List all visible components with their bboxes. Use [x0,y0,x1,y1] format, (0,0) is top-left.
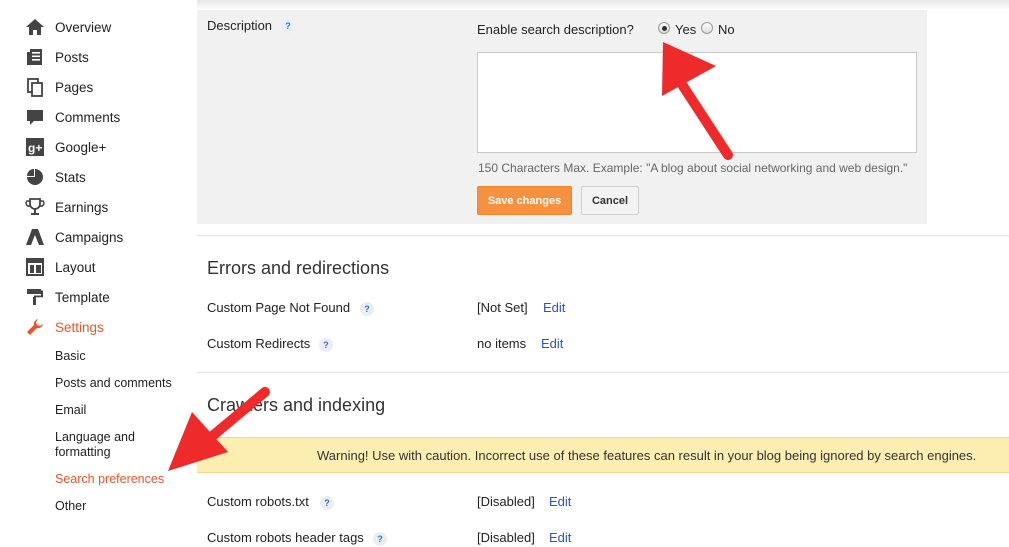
custom-page-not-found-value: [Not Set] [477,300,528,315]
sidebar-subitem-email[interactable]: Email [55,403,86,418]
sidebar-item-label: Campaigns [55,229,124,245]
sidebar-item-label: Stats [55,169,86,185]
help-icon[interactable]: ? [360,302,374,316]
crawlers-section-title: Crawlers and indexing [207,395,386,415]
sidebar-subitem-other[interactable]: Other [55,499,86,514]
sidebar-subitem-posts-and-comments[interactable]: Posts and comments [55,376,172,391]
no-radio[interactable] [701,22,713,34]
custom-robots-header-tags-label: Custom robots header tags [207,530,364,545]
sidebar-subitem-search-preferences[interactable]: Search preferences [55,472,164,487]
wrench-icon [25,317,45,337]
layout-icon [25,257,45,277]
sidebar-subitem-language-and-formatting[interactable]: Language and formatting [55,430,155,460]
google-plus-icon: g+ [25,137,45,157]
description-help-icon[interactable]: ? [281,19,295,33]
sidebar-item-label: Posts [55,49,89,65]
sidebar-subitem-basic[interactable]: Basic [55,349,86,364]
sidebar-item-label: Layout [55,259,96,275]
custom-page-not-found-label: Custom Page Not Found [207,300,351,315]
custom-robots-txt-label: Custom robots.txt [207,494,309,509]
stats-icon [25,167,45,187]
help-icon[interactable]: ? [319,338,333,352]
sidebar-item-stats[interactable]: Stats [25,166,86,188]
help-icon[interactable]: ? [373,532,387,546]
sidebar-item-google-plus[interactable]: g+ Google+ [25,136,106,158]
description-label: Description [207,18,273,33]
comments-icon [25,107,45,127]
custom-redirects-value: no items [477,336,527,351]
sidebar-item-label: Earnings [55,199,109,215]
sidebar-item-earnings[interactable]: Earnings [25,196,108,218]
custom-redirects-edit-link[interactable]: Edit [541,336,563,351]
save-changes-button[interactable]: Save changes [477,186,572,215]
sidebar-item-posts[interactable]: Posts [25,46,89,68]
template-icon [25,287,45,307]
sidebar: Overview Posts Pages Comments g+ Google+… [0,0,195,547]
sidebar-item-label: Comments [55,109,121,125]
help-icon[interactable]: ? [320,496,334,510]
yes-label[interactable]: Yes [675,22,696,37]
sidebar-item-comments[interactable]: Comments [25,106,120,128]
sidebar-item-label: Overview [55,19,112,35]
sidebar-item-campaigns[interactable]: Campaigns [25,226,123,248]
enable-search-description-label: Enable search description? [477,22,634,37]
sidebar-item-pages[interactable]: Pages [25,76,93,98]
warning-text: Warning! Use with caution. Incorrect use… [317,448,977,463]
sidebar-item-label: Google+ [55,139,107,155]
trophy-icon [25,197,45,217]
divider [197,372,1009,373]
custom-robots-txt-value: [Disabled] [477,494,535,509]
custom-redirects-label: Custom Redirects [207,336,311,351]
campaigns-icon [25,227,45,247]
warning-banner: Warning! Use with caution. Incorrect use… [197,437,1009,473]
sidebar-item-settings[interactable]: Settings [25,316,104,338]
svg-text:g+: g+ [28,141,42,155]
home-icon [25,17,45,37]
sidebar-item-label: Settings [55,319,104,335]
sidebar-item-label: Pages [55,79,94,95]
character-limit-note: 150 Characters Max. Example: "A blog abo… [478,161,908,175]
no-label[interactable]: No [718,22,735,37]
custom-robots-header-tags-edit-link[interactable]: Edit [549,530,571,545]
sidebar-item-label: Template [55,289,110,305]
custom-page-not-found-edit-link[interactable]: Edit [543,300,565,315]
custom-robots-txt-edit-link[interactable]: Edit [549,494,571,509]
search-description-textarea[interactable] [477,52,917,153]
cancel-button[interactable]: Cancel [581,186,639,215]
posts-icon [25,47,45,67]
custom-robots-header-tags-value: [Disabled] [477,530,535,545]
top-shadow [197,0,1009,10]
sidebar-item-overview[interactable]: Overview [25,16,111,38]
divider [197,235,1009,236]
errors-section-title: Errors and redirections [207,258,390,278]
pages-icon [25,77,45,97]
yes-radio[interactable] [658,22,670,34]
sidebar-item-layout[interactable]: Layout [25,256,96,278]
sidebar-item-template[interactable]: Template [25,286,110,308]
